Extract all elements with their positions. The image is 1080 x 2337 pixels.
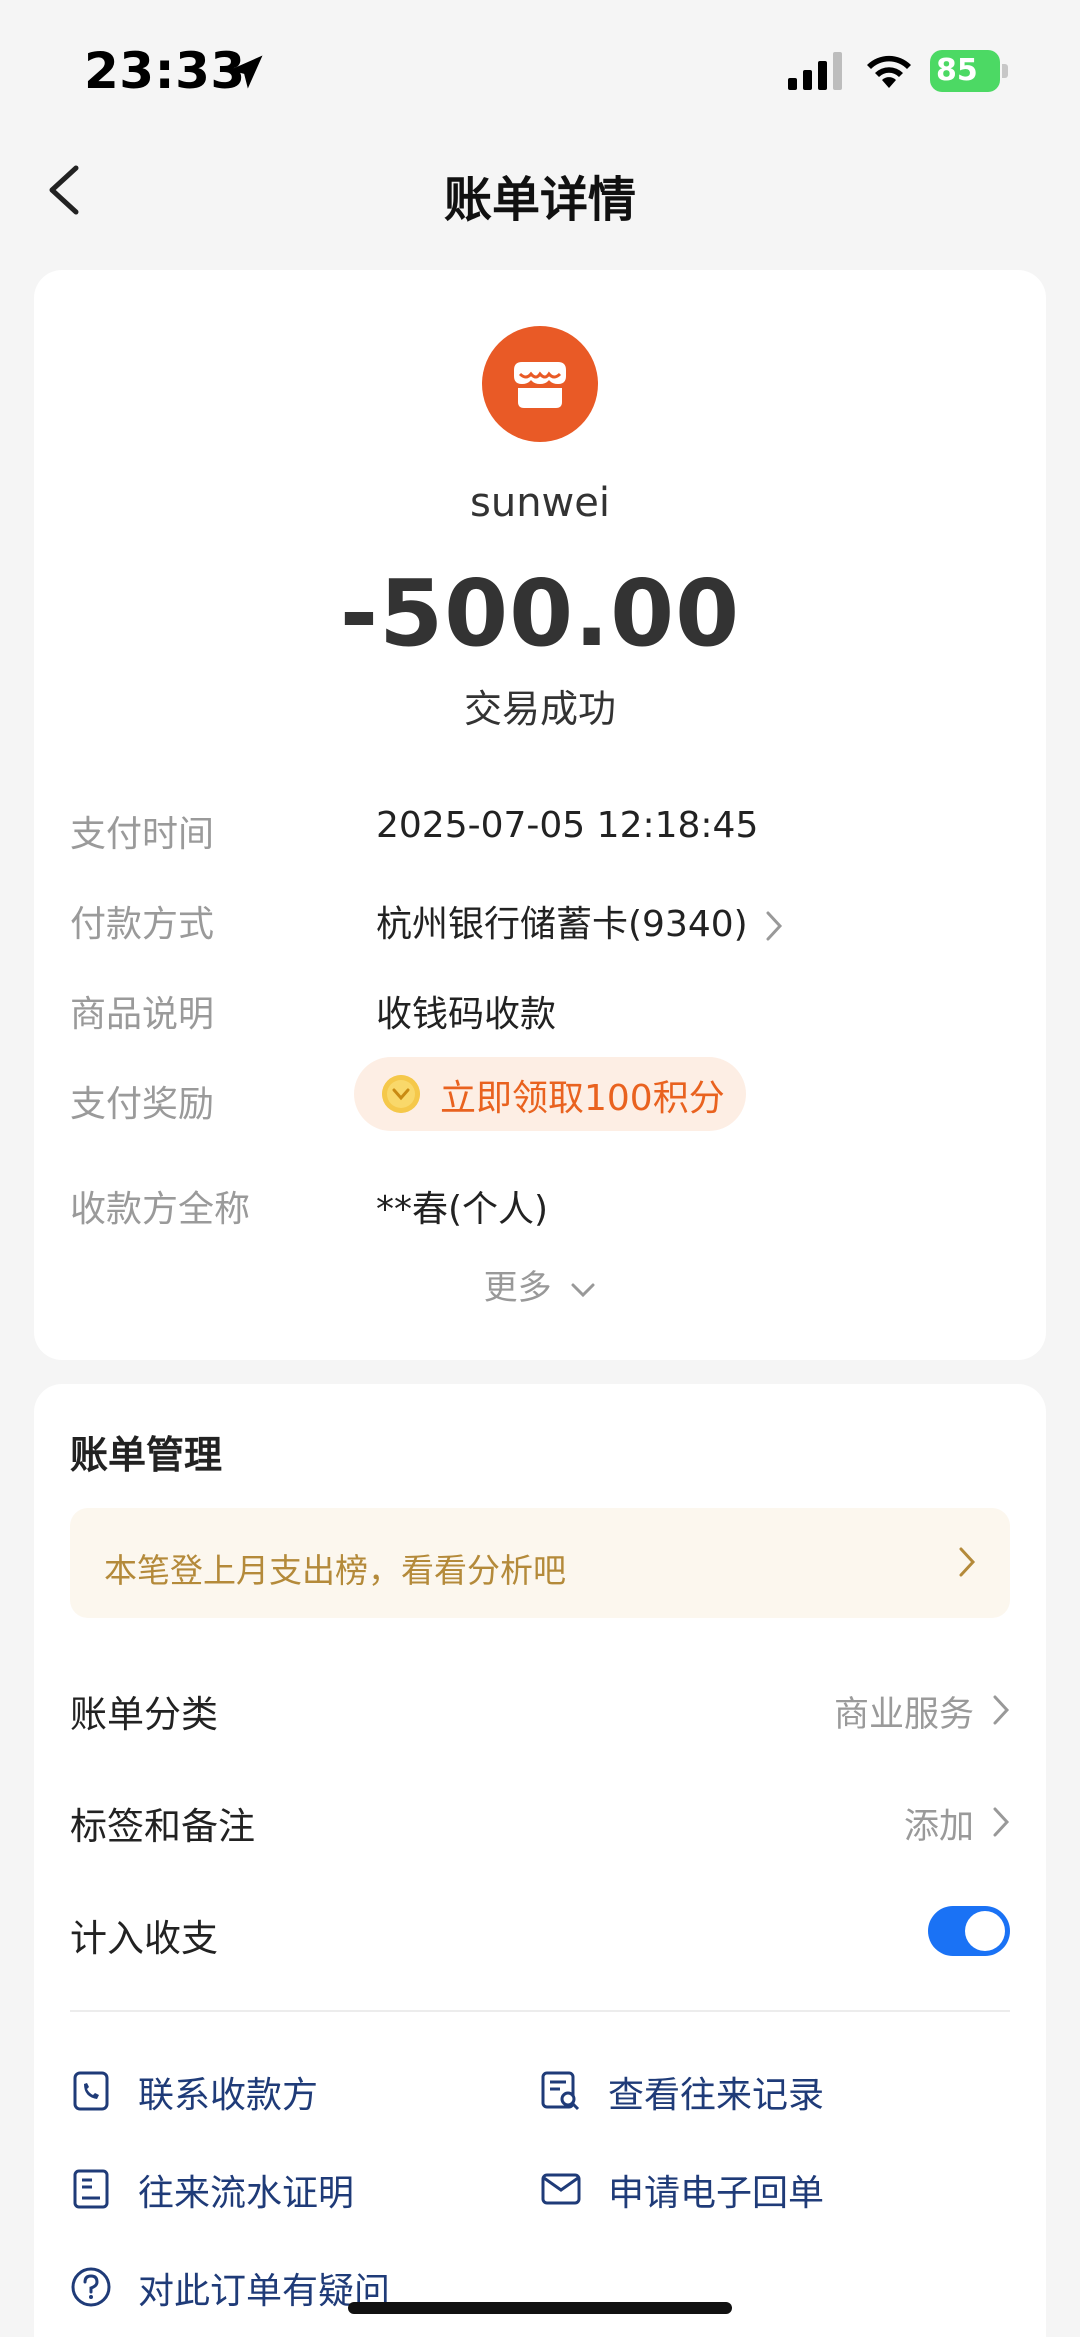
action-label[interactable]: 申请电子回单 bbox=[608, 2164, 824, 2216]
include-in-ledger-row: 计入收支 bbox=[70, 1900, 1010, 1970]
pay-time-row: 支付时间 2025-07-05 12:18:45 bbox=[70, 805, 1010, 865]
toggle-knob bbox=[965, 1911, 1005, 1951]
chevron-right-icon[interactable] bbox=[958, 1546, 976, 1578]
page-title: 账单详情 bbox=[443, 172, 636, 228]
wifi-icon bbox=[867, 55, 911, 88]
e-receipt-button[interactable]: 申请电子回单 bbox=[540, 2160, 980, 2220]
store-icon bbox=[514, 362, 566, 408]
question-icon bbox=[71, 2267, 111, 2307]
pay-time-value: 2025-07-05 12:18:45 bbox=[376, 805, 759, 846]
reward-row: 支付奖励 立即领取100积分 bbox=[70, 1057, 1010, 1135]
merchant-name: sunwei bbox=[470, 480, 610, 526]
tags-label: 标签和备注 bbox=[70, 1805, 255, 1848]
pay-time-label: 支付时间 bbox=[70, 814, 215, 855]
category-value[interactable]: 商业服务 bbox=[834, 1686, 974, 1737]
records-search-icon bbox=[541, 2071, 580, 2111]
chevron-down-icon[interactable] bbox=[570, 1281, 596, 1299]
battery-cap bbox=[1002, 64, 1008, 78]
reward-label: 支付奖励 bbox=[70, 1084, 215, 1125]
coin-icon bbox=[382, 1075, 420, 1113]
phone-contact-icon bbox=[73, 2071, 109, 2111]
pay-method-label: 付款方式 bbox=[70, 904, 215, 945]
statement-proof-button[interactable]: 往来流水证明 bbox=[70, 2160, 510, 2220]
contact-payee-button[interactable]: 联系收款方 bbox=[70, 2062, 510, 2122]
claim-points-button[interactable]: 立即领取100积分 bbox=[354, 1057, 746, 1131]
banner-text[interactable]: 本笔登上月支出榜，看看分析吧 bbox=[104, 1544, 566, 1592]
include-label: 计入收支 bbox=[70, 1917, 218, 1960]
view-records-button[interactable]: 查看往来记录 bbox=[540, 2062, 980, 2122]
chevron-right-icon[interactable] bbox=[992, 1806, 1010, 1838]
location-arrow-icon bbox=[229, 55, 263, 89]
payee-value: **春(个人) bbox=[376, 1189, 549, 1230]
divider bbox=[70, 2010, 1010, 2012]
tags-row[interactable]: 标签和备注 添加 bbox=[70, 1788, 1010, 1858]
action-label[interactable]: 查看往来记录 bbox=[608, 2066, 824, 2118]
category-label: 账单分类 bbox=[70, 1693, 218, 1736]
payee-row: 收款方全称 **春(个人) bbox=[70, 1180, 1010, 1240]
product-value: 收钱码收款 bbox=[376, 994, 557, 1035]
claim-points-label[interactable]: 立即领取100积分 bbox=[440, 1069, 725, 1121]
category-row[interactable]: 账单分类 商业服务 bbox=[70, 1676, 1010, 1746]
statement-icon bbox=[73, 2169, 109, 2209]
product-label: 商品说明 bbox=[70, 994, 215, 1035]
action-label[interactable]: 往来流水证明 bbox=[138, 2164, 354, 2216]
mail-icon bbox=[541, 2173, 581, 2205]
transaction-amount: -500.00 bbox=[339, 560, 741, 667]
battery-level: 85 bbox=[930, 50, 1000, 92]
chevron-right-icon[interactable] bbox=[992, 1694, 1010, 1726]
merchant-avatar bbox=[482, 326, 598, 442]
status-bar: 23:33 85 bbox=[0, 0, 1080, 140]
chevron-right-icon[interactable] bbox=[764, 909, 784, 943]
pay-method-value[interactable]: 杭州银行储蓄卡(9340) bbox=[376, 895, 748, 947]
home-indicator[interactable] bbox=[348, 2302, 732, 2314]
nav-bar: 账单详情 bbox=[0, 140, 1080, 240]
pay-method-row[interactable]: 付款方式 杭州银行储蓄卡(9340) bbox=[70, 895, 1010, 955]
payee-label: 收款方全称 bbox=[70, 1189, 251, 1230]
section-title: 账单管理 bbox=[70, 1433, 223, 1477]
spending-analysis-banner[interactable]: 本笔登上月支出榜，看看分析吧 bbox=[70, 1508, 1010, 1618]
include-toggle[interactable] bbox=[928, 1906, 1010, 1956]
more-button[interactable]: 更多 bbox=[34, 1260, 1046, 1309]
battery-indicator: 85 bbox=[930, 50, 1008, 92]
more-label[interactable]: 更多 bbox=[484, 1268, 552, 1308]
bill-summary-card: sunwei -500.00 交易成功 支付时间 2025-07-05 12:1… bbox=[34, 270, 1046, 1360]
product-row: 商品说明 收钱码收款 bbox=[70, 985, 1010, 1045]
tags-value[interactable]: 添加 bbox=[904, 1798, 974, 1849]
bill-management-card: 账单管理 本笔登上月支出榜，看看分析吧 账单分类 商业服务 标签和备注 添加 计… bbox=[34, 1384, 1046, 2337]
cellular-signal-icon bbox=[788, 52, 842, 90]
status-time: 23:33 bbox=[84, 42, 246, 100]
transaction-status: 交易成功 bbox=[463, 687, 616, 731]
action-label[interactable]: 联系收款方 bbox=[138, 2066, 318, 2118]
